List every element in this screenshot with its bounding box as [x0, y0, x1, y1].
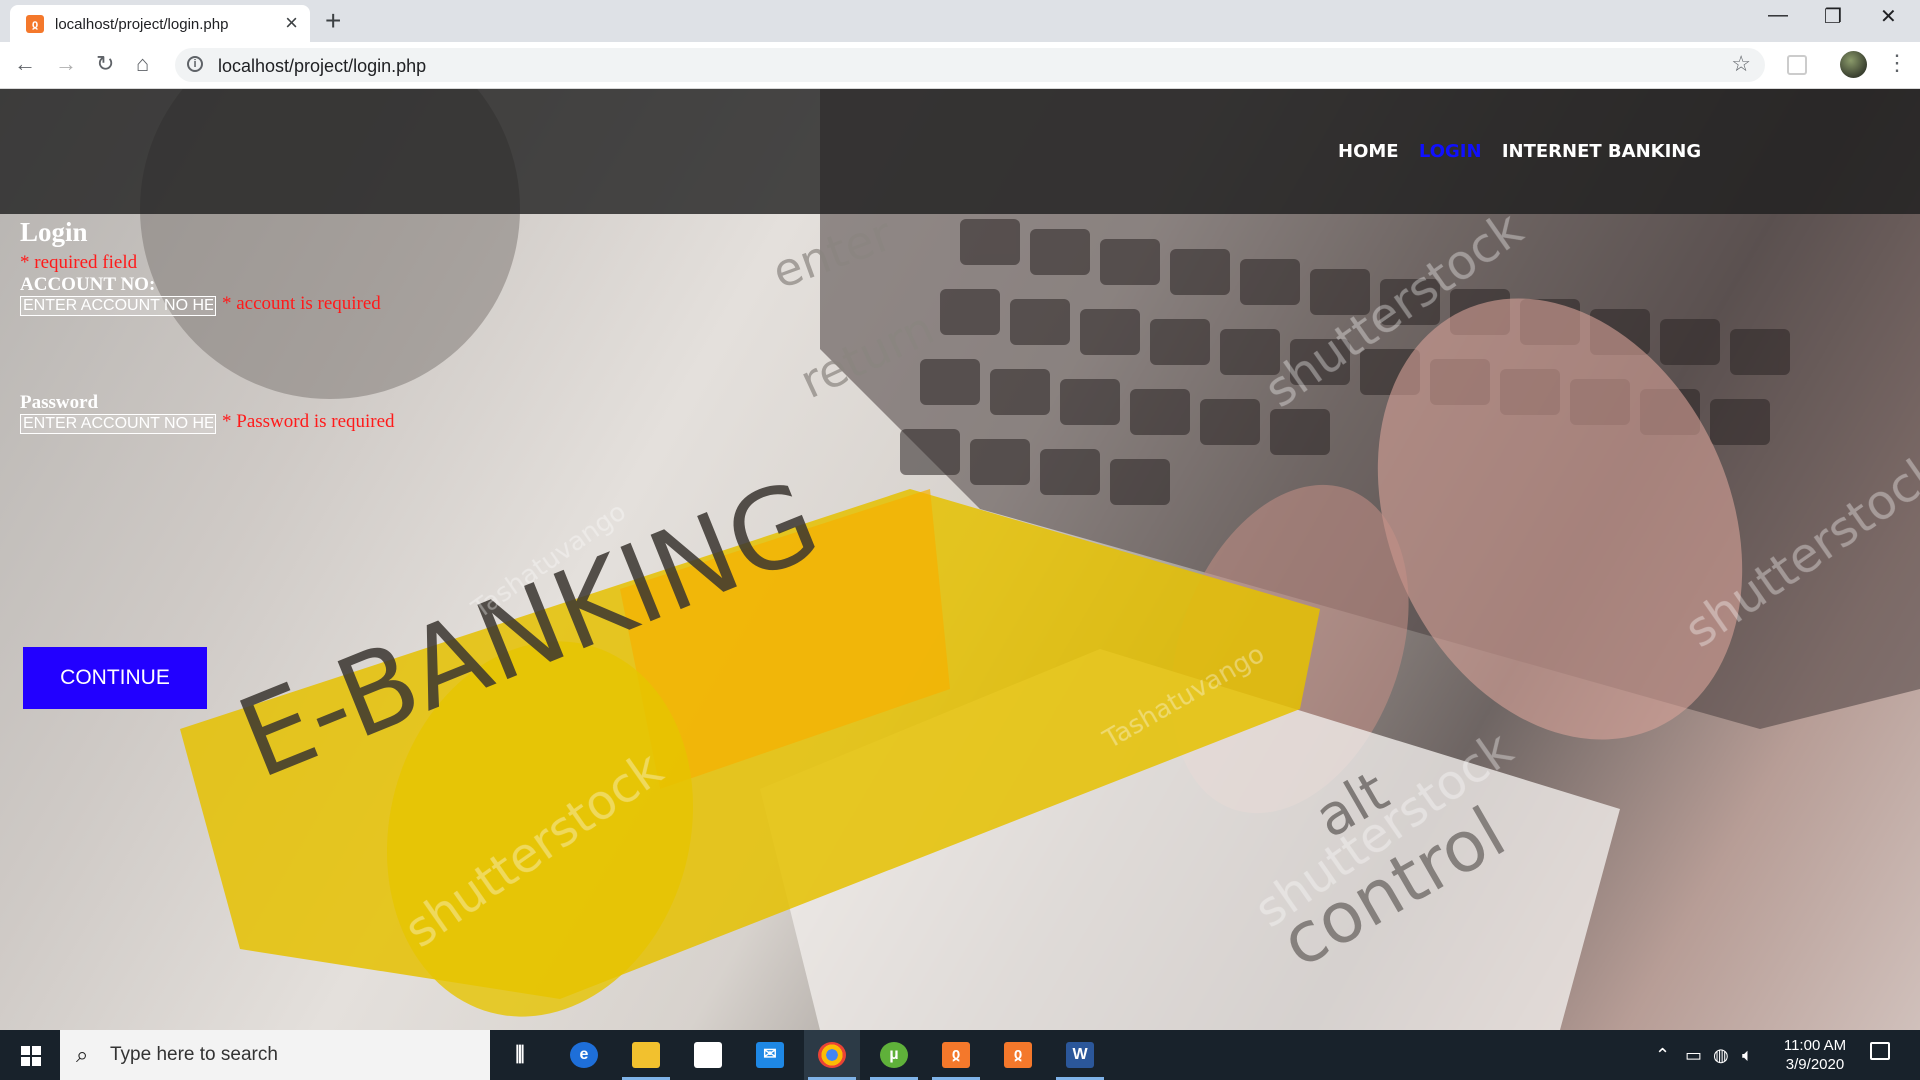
- home-icon[interactable]: ⌂: [136, 51, 149, 77]
- page-body: E-BANKING alt control enter return shutt…: [0, 89, 1920, 1030]
- taskbar-store[interactable]: [680, 1030, 736, 1080]
- task-view-icon: ⫼: [515, 1044, 525, 1066]
- utorrent-icon: µ: [880, 1042, 908, 1068]
- search-placeholder: Type here to search: [110, 1044, 278, 1065]
- volume-icon[interactable]: 🔈︎: [1742, 1030, 1753, 1080]
- taskbar-mail[interactable]: ✉: [742, 1030, 798, 1080]
- required-field-note: * required field: [20, 252, 138, 273]
- network-globe-icon[interactable]: ◍: [1713, 1030, 1729, 1080]
- word-icon: W: [1066, 1042, 1094, 1068]
- xampp-icon: ჲ: [942, 1042, 970, 1068]
- bookmark-star-icon[interactable]: ☆: [1731, 51, 1751, 77]
- taskbar-edge[interactable]: e: [556, 1030, 612, 1080]
- show-hidden-icons[interactable]: ⌃: [1655, 1030, 1670, 1080]
- close-tab-icon[interactable]: ×: [285, 12, 298, 34]
- clock-date: 3/9/2020: [1785, 1056, 1845, 1073]
- extension-icon[interactable]: [1787, 55, 1807, 75]
- mail-icon: ✉: [756, 1042, 784, 1068]
- account-no-label: ACCOUNT NO:: [20, 274, 156, 295]
- edge-icon: e: [570, 1042, 598, 1068]
- address-bar[interactable]: i localhost/project/login.php ☆: [175, 48, 1765, 82]
- taskbar-utorrent[interactable]: µ: [866, 1030, 922, 1080]
- clock-time: 11:00 AM: [1783, 1037, 1847, 1054]
- nav-home-link[interactable]: HOME: [1338, 141, 1399, 162]
- taskbar-xampp[interactable]: ჲ: [928, 1030, 984, 1080]
- chrome-icon: [818, 1042, 846, 1068]
- site-header: HOME LOGIN INTERNET BANKING: [0, 89, 1920, 214]
- new-tab-button[interactable]: +: [325, 4, 341, 38]
- taskbar-word[interactable]: W: [1052, 1030, 1108, 1080]
- search-icon: ⌕: [76, 1042, 89, 1067]
- continue-button[interactable]: CONTINUE: [23, 647, 207, 709]
- top-navigation: HOME LOGIN INTERNET BANKING: [1338, 141, 1715, 162]
- system-clock[interactable]: 11:00 AM 3/9/2020: [1770, 1036, 1860, 1074]
- page-title: Login: [20, 217, 88, 247]
- profile-avatar[interactable]: [1840, 51, 1867, 78]
- close-window-icon[interactable]: ✕: [1880, 4, 1897, 29]
- url-text[interactable]: localhost/project/login.php: [218, 56, 426, 77]
- browser-toolbar: ← → ↻ ⌂ i localhost/project/login.php ☆ …: [0, 42, 1920, 89]
- site-info-icon[interactable]: i: [187, 56, 203, 72]
- account-error-message: * account is required: [222, 293, 381, 314]
- password-input[interactable]: [20, 414, 216, 434]
- taskbar-file-explorer[interactable]: [618, 1030, 674, 1080]
- background-photo: E-BANKING alt control enter return shutt…: [140, 89, 1920, 1030]
- taskbar-xampp-2[interactable]: ჲ: [990, 1030, 1046, 1080]
- password-label: Password: [20, 392, 99, 413]
- nav-internet-banking-link[interactable]: INTERNET BANKING: [1502, 141, 1701, 162]
- taskbar-chrome[interactable]: [804, 1030, 860, 1080]
- menu-kebab-icon[interactable]: ⋮: [1886, 50, 1908, 76]
- nav-login-link[interactable]: LOGIN: [1419, 141, 1482, 162]
- windows-taskbar: ⌕ Type here to search ⫼ e ✉ µ ჲ ჲ W ⌃ ▭ …: [0, 1030, 1920, 1080]
- start-button[interactable]: [0, 1030, 60, 1080]
- windows-logo-icon: [21, 1046, 41, 1066]
- notification-center-icon[interactable]: [1870, 1042, 1890, 1060]
- browser-tab-bar: ჲ localhost/project/login.php × + — ❐ ✕: [0, 0, 1920, 42]
- back-icon[interactable]: ←: [14, 51, 36, 77]
- account-no-input[interactable]: [20, 296, 216, 316]
- battery-icon[interactable]: ▭: [1685, 1030, 1702, 1080]
- xampp-favicon-icon: ჲ: [26, 15, 44, 33]
- password-error-message: * Password is required: [222, 411, 395, 432]
- task-view-button[interactable]: ⫼: [492, 1030, 548, 1080]
- restore-window-icon[interactable]: ❐: [1824, 4, 1842, 29]
- store-icon: [694, 1042, 722, 1068]
- folder-icon: [632, 1042, 660, 1068]
- reload-icon[interactable]: ↻: [96, 51, 114, 77]
- xampp-icon: ჲ: [1004, 1042, 1032, 1068]
- browser-tab[interactable]: ჲ localhost/project/login.php ×: [10, 5, 310, 42]
- minimize-window-icon[interactable]: —: [1768, 4, 1788, 27]
- taskbar-search[interactable]: ⌕ Type here to search: [60, 1030, 490, 1080]
- tab-title: localhost/project/login.php: [55, 16, 229, 33]
- forward-icon[interactable]: →: [55, 51, 77, 77]
